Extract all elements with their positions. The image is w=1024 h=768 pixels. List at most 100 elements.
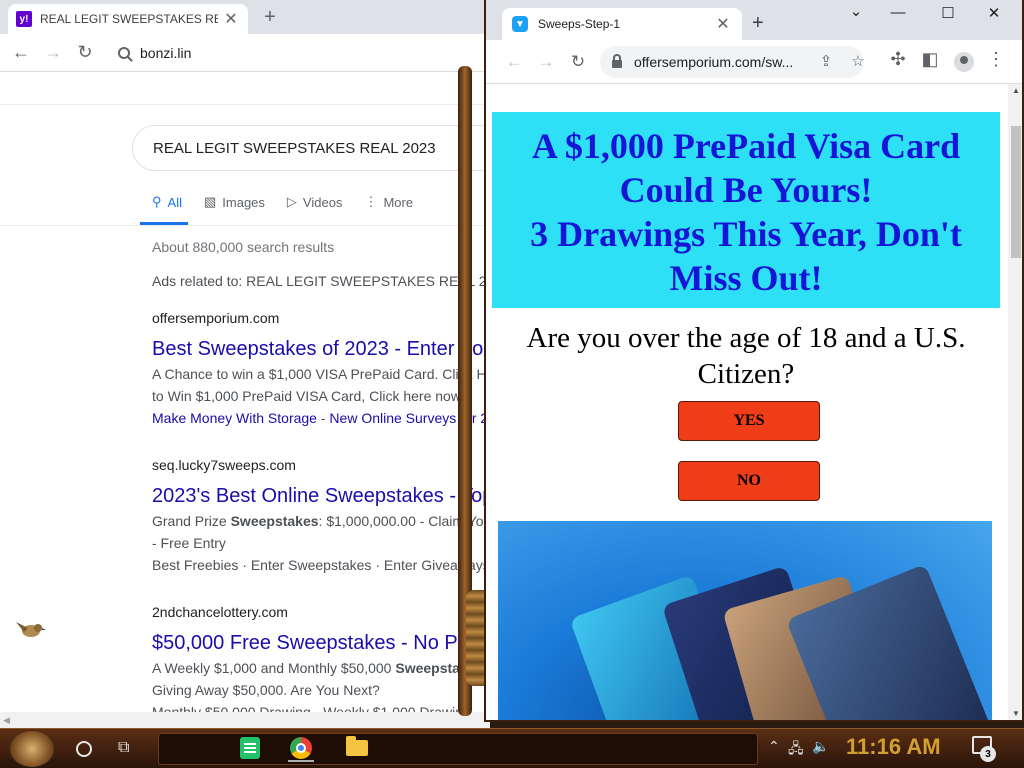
task-view-icon[interactable]: ⧉ [118, 739, 140, 759]
back-address-bar[interactable]: bonzi.lin [108, 39, 488, 67]
result-snippet: to Win $1,000 PrePaid VISA Card, Click h… [152, 388, 465, 404]
yahoo-favicon-icon: y! [16, 11, 32, 27]
network-icon[interactable]: 🖧 [788, 738, 804, 762]
play-icon: ▷ [286, 194, 297, 209]
sweeps-page: A $1,000 PrePaid Visa Card Could Be Your… [486, 84, 1008, 720]
search-tabs: ⚲ All ▧ Images ▷ Videos ⋮ More [140, 189, 435, 225]
scroll-up-icon[interactable]: ▲ [1012, 86, 1020, 95]
back-tab-strip: y! REAL LEGIT SWEEPSTAKES REAL 2023 ✕ + [0, 0, 490, 34]
back-tab-title: REAL LEGIT SWEEPSTAKES REAL 2023 [40, 12, 218, 26]
clock[interactable]: 11:16 AM [846, 734, 941, 760]
tab-all-label: All [167, 194, 182, 210]
start-button[interactable] [10, 731, 54, 767]
back-address-text: bonzi.lin [140, 45, 192, 61]
tab-images-label: Images [222, 194, 265, 210]
reload-icon[interactable]: ↻ [568, 52, 588, 72]
result-domain[interactable]: seq.lucky7sweeps.com [152, 456, 490, 474]
tab-videos-label: Videos [302, 194, 343, 210]
star-icon[interactable]: ☆ [848, 52, 868, 70]
divider [0, 225, 490, 226]
back-arrow-icon[interactable]: ← [504, 52, 524, 72]
side-panel-icon[interactable]: ◧ [920, 49, 940, 70]
horizontal-scrollbar[interactable]: ◀ [0, 712, 490, 728]
tab-more[interactable]: ⋮ More [364, 189, 413, 225]
chevron-down-icon[interactable]: ⌄ [846, 2, 866, 20]
tab-images[interactable]: ▧ Images [204, 189, 265, 225]
sweeps-favicon-icon: ▼ [512, 16, 528, 32]
steampunk-bird-icon [16, 622, 46, 637]
back-arrow-icon[interactable]: ← [10, 42, 32, 63]
result-title-link[interactable]: 2023's Best Online Sweepstakes - Top [152, 482, 490, 510]
snippet-bold: Sweepstakes [230, 513, 319, 529]
search-icon: ⚲ [152, 194, 162, 209]
front-tab-title: Sweeps-Step-1 [538, 17, 621, 31]
ads-label: Ads related to: REAL LEGIT SWEEPSTAKES R… [152, 273, 490, 289]
image-icon: ▧ [203, 194, 217, 209]
front-browser-tab[interactable]: ▼ Sweeps-Step-1 ✕ [502, 8, 742, 40]
result-count: About 880,000 search results [152, 239, 335, 255]
result-title-link[interactable]: Best Sweepstakes of 2023 - Enter For [152, 335, 490, 363]
result-domain[interactable]: 2ndchancelottery.com [152, 603, 490, 621]
share-icon[interactable]: ⇪ [816, 52, 836, 70]
result-snippet: A Weekly $1,000 and Monthly $50,000 Swee… [152, 657, 490, 679]
front-tab-strip: ▼ Sweeps-Step-1 ✕ + ⌄ — ☐ ✕ [486, 0, 1022, 40]
result-snippet: Best Freebies · Enter Sweepstakes · Ente… [152, 557, 490, 573]
popup-browser-window: ▼ Sweeps-Step-1 ✕ + ⌄ — ☐ ✕ ← → ↻ offers… [484, 0, 1024, 722]
yes-button[interactable]: YES [678, 401, 820, 441]
menu-dots-icon[interactable]: ⋮ [986, 49, 1006, 70]
forward-arrow-icon[interactable]: → [42, 42, 64, 63]
search-circle-icon[interactable] [76, 741, 92, 757]
no-button[interactable]: NO [678, 461, 820, 501]
search-results-page: REAL LEGIT SWEEPSTAKES REAL 2023 ⚲ All ▧… [0, 104, 490, 720]
chrome-icon[interactable] [290, 737, 312, 759]
profile-avatar[interactable] [954, 52, 974, 72]
reload-icon[interactable]: ↻ [74, 42, 96, 63]
age-question: Are you over the age of 18 and a U.S. Ci… [526, 322, 966, 390]
lock-icon [612, 54, 622, 68]
vertical-scrollbar[interactable]: ▲ ▼ [1008, 84, 1022, 720]
close-tab-icon[interactable]: ✕ [714, 14, 732, 34]
notes-app-icon[interactable] [240, 737, 260, 759]
banner-line: Miss Out! [669, 258, 823, 298]
search-icon [118, 47, 130, 59]
sitelink[interactable]: Make Money With Storage [152, 410, 317, 426]
search-result: offersemporium.com Best Sweepstakes of 2… [152, 309, 490, 429]
result-domain[interactable]: offersemporium.com [152, 309, 490, 327]
new-tab-button[interactable]: + [752, 12, 764, 35]
banner-line: 3 Drawings This Year, Don't [530, 214, 962, 254]
front-url-text: offersemporium.com/sw... [634, 54, 794, 70]
maximize-button[interactable]: ☐ [938, 4, 958, 22]
search-result: seq.lucky7sweeps.com 2023's Best Online … [152, 456, 490, 576]
scroll-thumb[interactable] [1011, 126, 1021, 258]
minimize-button[interactable]: — [888, 4, 908, 21]
scroll-left-icon[interactable]: ◀ [3, 715, 10, 726]
active-app-indicator [288, 760, 314, 762]
back-toolbar: ← → ↻ bonzi.lin [0, 34, 490, 72]
banner-line: A $1,000 PrePaid Visa Card [531, 126, 961, 166]
result-snippet: Grand Prize Sweepstakes: $1,000,000.00 -… [152, 510, 490, 532]
snippet-text: A Weekly $1,000 and Monthly $50,000 [152, 660, 396, 676]
scroll-down-icon[interactable]: ▼ [1012, 709, 1020, 718]
volume-muted-icon[interactable]: 🔈 [812, 738, 829, 755]
file-explorer-icon[interactable] [346, 736, 368, 756]
snippet-text: Grand Prize [152, 513, 231, 529]
search-result: 2ndchancelottery.com $50,000 Free Sweeps… [152, 603, 490, 723]
result-snippet: - Free Entry [152, 535, 226, 551]
extensions-icon[interactable]: ✣ [888, 49, 908, 70]
new-tab-button[interactable]: + [260, 6, 280, 29]
chevron-up-icon[interactable]: ⌃ [768, 738, 780, 755]
result-snippet: A Chance to win a $1,000 VISA PrePaid Ca… [152, 366, 490, 382]
banner-line: Could Be Yours! [619, 170, 873, 210]
result-title-link[interactable]: $50,000 Free Sweepstakes - No Pu [152, 629, 490, 657]
forward-arrow-icon[interactable]: → [536, 52, 556, 72]
sitelink-separator: - [316, 410, 330, 426]
tab-videos[interactable]: ▷ Videos [287, 189, 343, 225]
tab-more-label: More [383, 194, 414, 210]
search-input[interactable]: REAL LEGIT SWEEPSTAKES REAL 2023 [132, 125, 490, 171]
notification-badge: 3 [980, 746, 996, 762]
back-browser-tab[interactable]: y! REAL LEGIT SWEEPSTAKES REAL 2023 ✕ [8, 4, 248, 34]
close-tab-icon[interactable]: ✕ [222, 9, 240, 29]
tab-all[interactable]: ⚲ All [140, 189, 188, 225]
close-window-button[interactable]: ✕ [984, 4, 1004, 22]
more-dots-icon: ⋮ [364, 194, 378, 209]
